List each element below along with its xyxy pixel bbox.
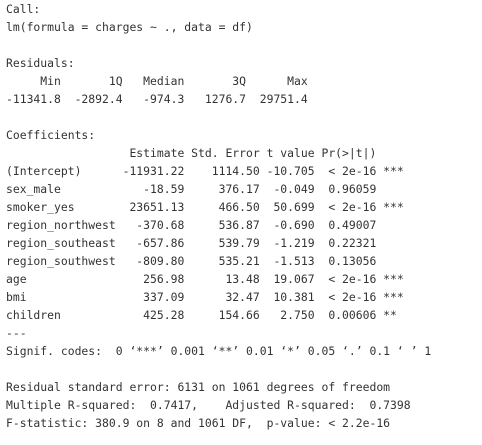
- coefficient-row: sex_male -18.59 376.17 -0.049 0.96059: [6, 182, 404, 196]
- coefficient-row: region_southeast -657.86 539.79 -1.219 0…: [6, 236, 404, 250]
- residuals-quantile-values: -11341.8 -2892.4 -974.3 1276.7 29751.4: [6, 92, 315, 106]
- separator: ---: [6, 326, 27, 340]
- f-statistic: F-statistic: 380.9 on 8 and 1061 DF, p-v…: [6, 416, 391, 430]
- signif-codes: Signif. codes: 0 ‘***’ 0.001 ‘**’ 0.01 ‘…: [6, 344, 432, 358]
- residual-standard-error: Residual standard error: 6131 on 1061 de…: [6, 380, 391, 394]
- r-squared: Multiple R-squared: 0.7417, Adjusted R-s…: [6, 398, 418, 412]
- call-header: Call:: [6, 2, 41, 16]
- coefficient-row: age 256.98 13.48 19.067 < 2e-16 ***: [6, 272, 404, 286]
- residuals-header: Residuals:: [6, 56, 75, 70]
- coefficient-row: children 425.28 154.66 2.750 0.00606 **: [6, 308, 404, 322]
- coefficient-row: (Intercept) -11931.22 1114.50 -10.705 < …: [6, 164, 404, 178]
- coefficient-row: region_southwest -809.80 535.21 -1.513 0…: [6, 254, 404, 268]
- r-console-output: Call: lm(formula = charges ~ ., data = d…: [0, 0, 482, 445]
- coefficients-column-headers: Estimate Std. Error t value Pr(>|t|): [6, 146, 404, 160]
- call-formula: lm(formula = charges ~ ., data = df): [6, 20, 253, 34]
- coefficient-row: smoker_yes 23651.13 466.50 50.699 < 2e-1…: [6, 200, 404, 214]
- coefficients-header: Coefficients:: [6, 128, 96, 142]
- coefficient-row: region_northwest -370.68 536.87 -0.690 0…: [6, 218, 404, 232]
- residuals-quantile-labels: Min 1Q Median 3Q Max: [6, 74, 315, 88]
- coefficient-row: bmi 337.09 32.47 10.381 < 2e-16 ***: [6, 290, 404, 304]
